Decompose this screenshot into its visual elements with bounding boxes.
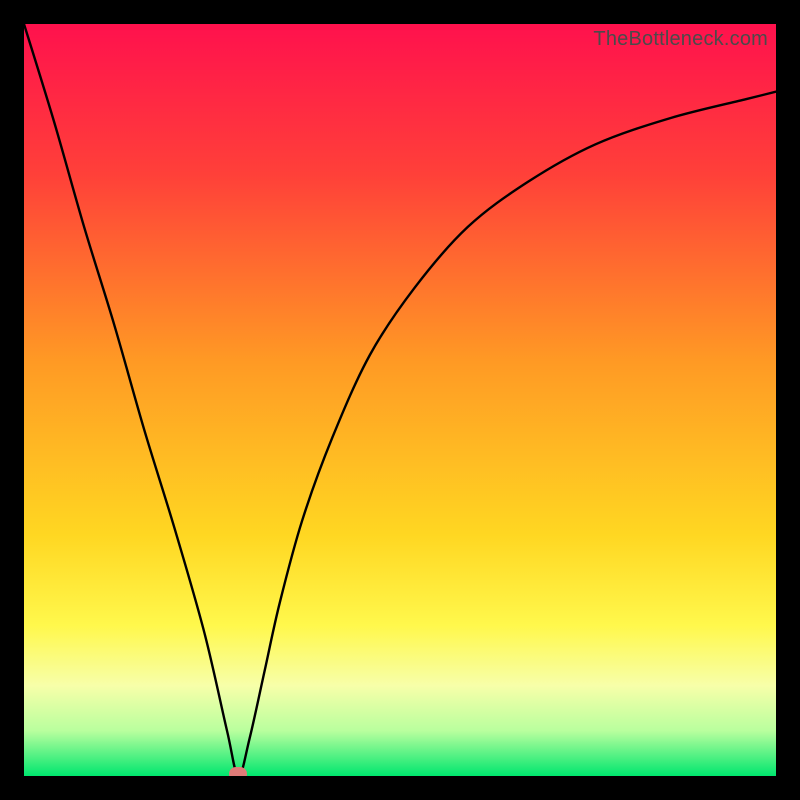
- chart-frame: TheBottleneck.com: [0, 0, 800, 800]
- watermark-text: TheBottleneck.com: [593, 28, 768, 51]
- optimum-marker: [229, 767, 247, 776]
- chart-canvas: [24, 24, 776, 776]
- plot-area: TheBottleneck.com: [24, 24, 776, 776]
